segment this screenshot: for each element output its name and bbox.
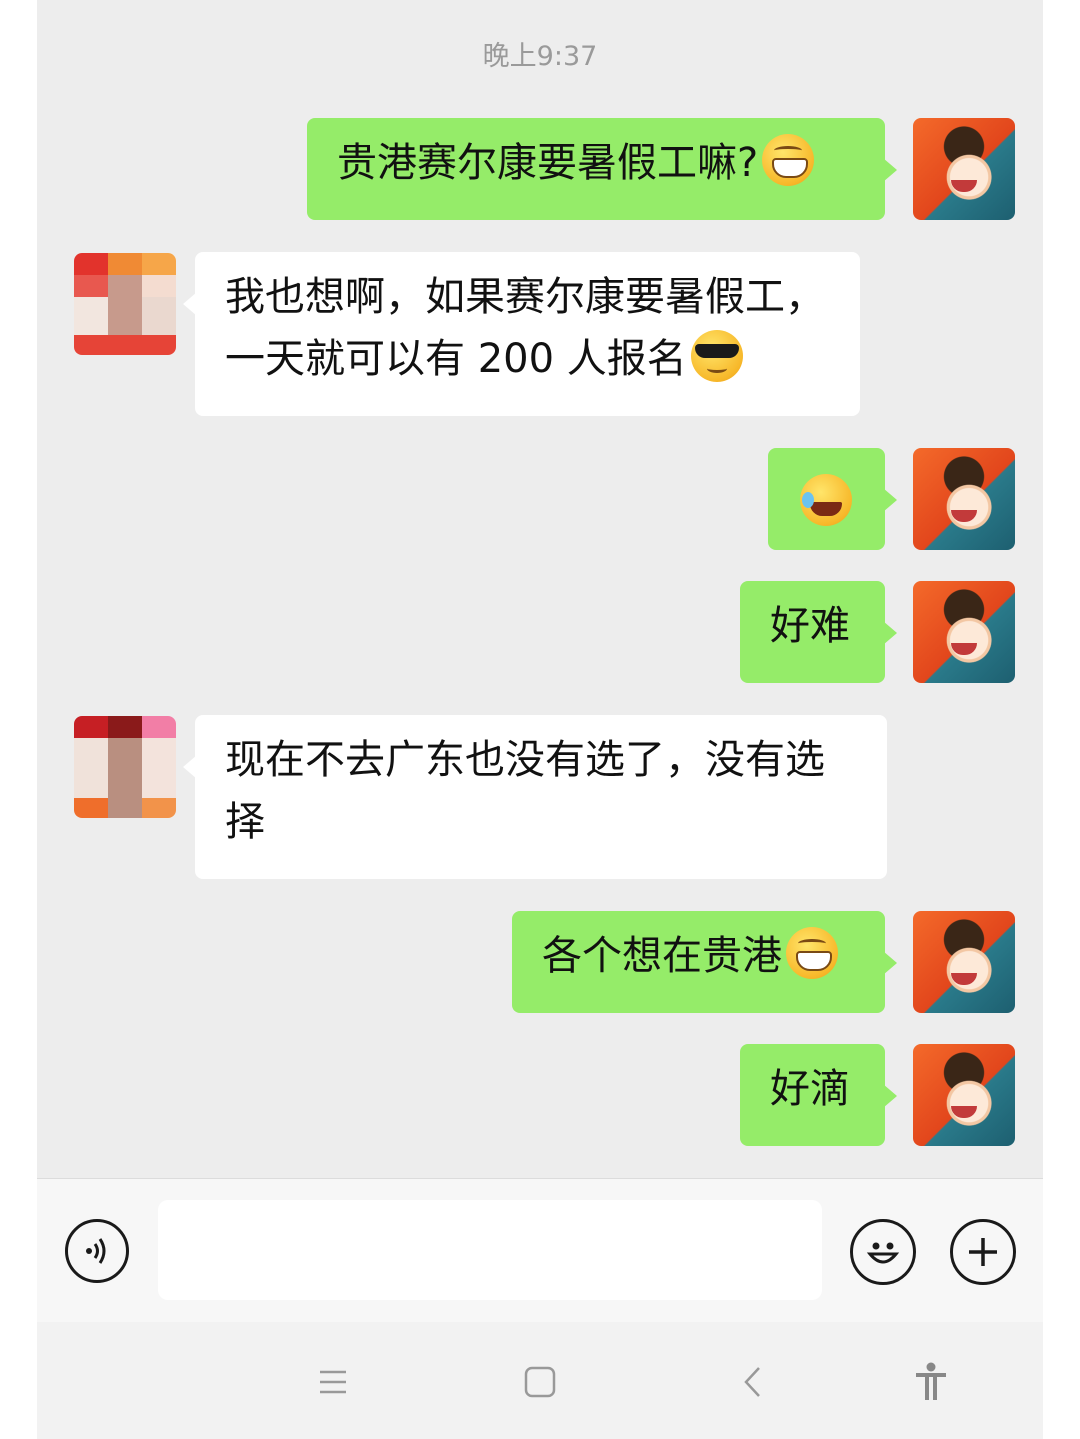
- plus-icon: [969, 1238, 997, 1266]
- message-text-line: 择: [225, 799, 265, 845]
- received-message[interactable]: 我也想啊，如果赛尔康要暑假工， 一天就可以有 200 人报名: [183, 252, 860, 416]
- message-text-line: 一天就可以有 200 人报名: [225, 336, 687, 382]
- home-square-icon: [524, 1366, 556, 1398]
- voice-button[interactable]: [65, 1219, 129, 1283]
- chat-screen: 晚上9:37 贵港赛尔康要暑假工嘛? 我也想啊，如果赛尔康要暑假工， 一天就可以…: [37, 0, 1043, 1439]
- sunglasses-emoji-icon: [690, 330, 743, 382]
- more-button[interactable]: [950, 1219, 1016, 1285]
- message-text: 贵港赛尔康要暑假工嘛?: [337, 140, 759, 186]
- back-button[interactable]: [733, 1362, 773, 1402]
- voice-icon: [86, 1238, 106, 1264]
- sent-message[interactable]: 贵港赛尔康要暑假工嘛?: [307, 118, 897, 220]
- message-text-line: 现在不去广东也没有选了，没有选: [225, 737, 825, 783]
- accessibility-button[interactable]: [911, 1362, 951, 1402]
- message-text: 好滴: [770, 1066, 850, 1112]
- grin-emoji-icon: [762, 134, 815, 186]
- grin-emoji-icon: [786, 927, 838, 979]
- message-input-bar: [37, 1178, 1043, 1323]
- my-avatar[interactable]: [913, 1044, 1015, 1146]
- my-avatar[interactable]: [913, 581, 1015, 683]
- sent-message[interactable]: 各个想在贵港: [512, 911, 897, 1013]
- contact-avatar[interactable]: [74, 253, 176, 355]
- sent-message[interactable]: 好滴: [740, 1044, 897, 1146]
- my-avatar[interactable]: [913, 118, 1015, 220]
- accessibility-icon: [916, 1362, 946, 1400]
- menu-button[interactable]: [313, 1362, 353, 1402]
- message-text: 好难: [770, 603, 850, 649]
- my-avatar[interactable]: [913, 448, 1015, 550]
- system-nav-bar: [37, 1322, 1043, 1439]
- message-timestamp: 晚上9:37: [482, 41, 598, 72]
- home-button[interactable]: [520, 1362, 560, 1402]
- menu-icon: [320, 1370, 346, 1394]
- smiley-icon: [866, 1242, 900, 1264]
- emoji-button[interactable]: [850, 1219, 916, 1285]
- message-input[interactable]: [158, 1200, 822, 1300]
- back-icon: [744, 1367, 760, 1397]
- contact-avatar[interactable]: [74, 716, 176, 818]
- my-avatar[interactable]: [913, 911, 1015, 1013]
- rolling-laughing-emoji-icon: [800, 474, 852, 526]
- received-message[interactable]: 现在不去广东也没有选了，没有选 择: [183, 715, 887, 879]
- sent-message[interactable]: 好难: [740, 581, 897, 683]
- message-text-line: 我也想啊，如果赛尔康要暑假工，: [225, 274, 825, 320]
- sent-message[interactable]: [768, 448, 897, 550]
- message-text: 各个想在贵港: [542, 933, 782, 979]
